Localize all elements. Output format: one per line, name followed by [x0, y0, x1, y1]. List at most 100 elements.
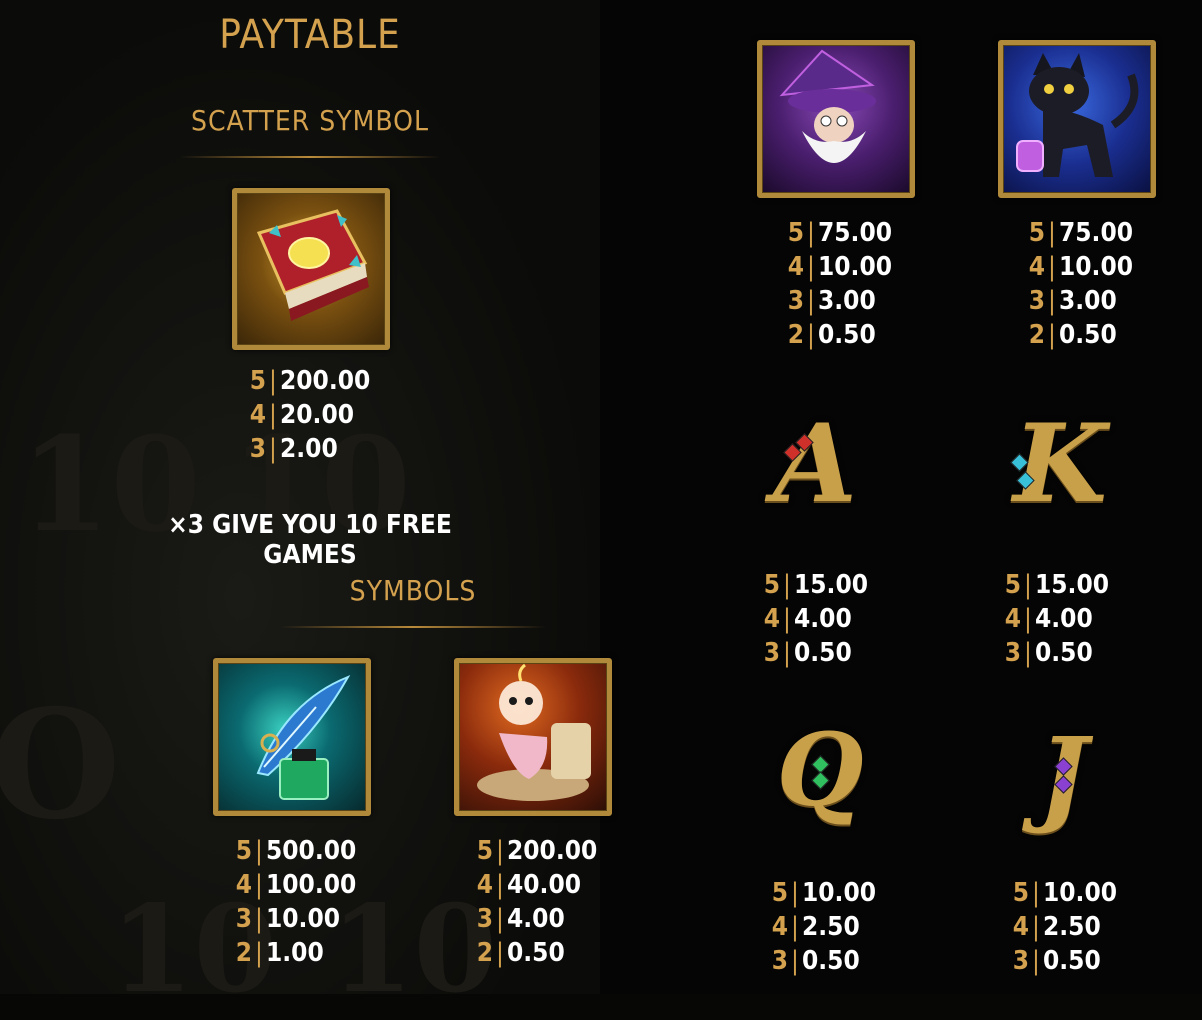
pay-separator: |: [1048, 286, 1056, 316]
pay-count: 5: [476, 836, 493, 866]
pay-count: 4: [249, 400, 266, 430]
pay-value: 1.00: [266, 938, 324, 968]
pay-separator: |: [791, 878, 799, 908]
letter-a-glyph: A: [773, 401, 857, 527]
pay-value: 0.50: [794, 638, 852, 668]
pay-count: 5: [1028, 218, 1045, 248]
pay-count: 4: [787, 252, 804, 282]
letter-q-icon: Q: [772, 720, 868, 840]
symbols-divider: [280, 626, 546, 628]
pay-value: 0.50: [818, 320, 876, 350]
page-title: PAYTABLE: [219, 12, 401, 58]
pay-row: 5 | 15.00: [762, 568, 868, 602]
pay-row: 4 | 2.50: [1011, 910, 1117, 944]
candle-spirit-icon: [454, 658, 612, 816]
pay-row: 4 | 20.00: [248, 398, 370, 432]
pay-count: 5: [249, 366, 266, 396]
pay-separator: |: [269, 434, 277, 464]
pay-row: 3 | 0.50: [1003, 636, 1109, 670]
pay-value: 4.00: [1035, 604, 1093, 634]
pay-row: 4 | 2.50: [770, 910, 876, 944]
candle-pays: 5 | 200.00 4 | 40.00 3 | 4.00 2 | 0.50: [475, 834, 598, 970]
pay-separator: |: [791, 912, 799, 942]
pay-row: 2 | 0.50: [1027, 318, 1133, 352]
pay-separator: |: [496, 904, 504, 934]
pay-row: 3 | 0.50: [1011, 944, 1117, 978]
pay-row: 5 | 75.00: [786, 216, 892, 250]
pay-row: 2 | 0.50: [475, 936, 597, 970]
pay-row: 5 | 200.00: [248, 364, 371, 398]
pay-value: 0.50: [1043, 946, 1101, 976]
pay-value: 40.00: [507, 870, 581, 900]
pay-row: 4 | 10.00: [786, 250, 892, 284]
pay-count: 4: [1012, 912, 1029, 942]
letter-j-icon: J: [1013, 724, 1113, 844]
pay-value: 200.00: [507, 836, 598, 866]
spellbook-icon: [232, 188, 390, 350]
pay-value: 0.50: [507, 938, 565, 968]
letter-k-icon: K: [1005, 410, 1115, 530]
pay-value: 15.00: [1035, 570, 1109, 600]
pay-separator: |: [807, 252, 815, 282]
pay-row: 3 | 3.00: [786, 284, 892, 318]
pay-value: 100.00: [266, 870, 357, 900]
pay-separator: |: [496, 870, 504, 900]
pay-count: 4: [771, 912, 788, 942]
pay-count: 5: [235, 836, 252, 866]
pay-value: 10.00: [818, 252, 892, 282]
ace-pays: 5 | 15.00 4 | 4.00 3 | 0.50: [762, 568, 868, 670]
pay-value: 0.50: [1059, 320, 1117, 350]
pay-count: 4: [476, 870, 493, 900]
pay-row: 4 | 4.00: [1003, 602, 1109, 636]
pay-count: 5: [771, 878, 788, 908]
pay-separator: |: [1032, 912, 1040, 942]
pay-value: 500.00: [266, 836, 357, 866]
pay-separator: |: [255, 870, 263, 900]
pay-count: 3: [235, 904, 252, 934]
pay-row: 2 | 0.50: [786, 318, 892, 352]
pay-count: 3: [763, 638, 780, 668]
pay-value: 10.00: [266, 904, 340, 934]
pay-row: 5 | 15.00: [1003, 568, 1109, 602]
pay-value: 200.00: [280, 366, 371, 396]
pay-row: 5 | 10.00: [1011, 876, 1117, 910]
pay-value: 15.00: [794, 570, 868, 600]
pay-row: 5 | 200.00: [475, 834, 598, 868]
king-pays: 5 | 15.00 4 | 4.00 3 | 0.50: [1003, 568, 1109, 670]
pay-separator: |: [1024, 604, 1032, 634]
pay-value: 4.00: [507, 904, 565, 934]
pay-row: 5 | 75.00: [1027, 216, 1133, 250]
pay-row: 4 | 100.00: [234, 868, 357, 902]
pay-separator: |: [255, 938, 263, 968]
pay-row: 3 | 3.00: [1027, 284, 1133, 318]
pay-row: 2 | 1.00: [234, 936, 356, 970]
pay-count: 4: [235, 870, 252, 900]
pay-value: 2.00: [280, 434, 338, 464]
queen-pays: 5 | 10.00 4 | 2.50 3 | 0.50: [770, 876, 876, 978]
pay-separator: |: [255, 836, 263, 866]
pay-separator: |: [807, 218, 815, 248]
pay-separator: |: [496, 938, 504, 968]
pay-row: 4 | 4.00: [762, 602, 868, 636]
pay-separator: |: [1048, 252, 1056, 282]
pay-count: 3: [476, 904, 493, 934]
pay-separator: |: [1024, 570, 1032, 600]
pay-value: 20.00: [280, 400, 354, 430]
pay-value: 10.00: [1043, 878, 1117, 908]
pay-separator: |: [269, 366, 277, 396]
pay-separator: |: [1032, 946, 1040, 976]
scatter-pays: 5 | 200.00 4 | 20.00 3 | 2.00: [248, 364, 371, 466]
pay-count: 4: [1028, 252, 1045, 282]
wizard-pays: 5 | 75.00 4 | 10.00 3 | 3.00 2 | 0.50: [786, 216, 892, 352]
pay-value: 0.50: [802, 946, 860, 976]
pay-separator: |: [783, 638, 791, 668]
pay-value: 4.00: [794, 604, 852, 634]
pay-value: 10.00: [802, 878, 876, 908]
pay-count: 5: [763, 570, 780, 600]
pay-value: 2.50: [1043, 912, 1101, 942]
pay-row: 5 | 500.00: [234, 834, 357, 868]
quill-inkwell-icon: [213, 658, 371, 816]
pay-value: 0.50: [1035, 638, 1093, 668]
pay-separator: |: [783, 604, 791, 634]
pay-count: 2: [476, 938, 493, 968]
